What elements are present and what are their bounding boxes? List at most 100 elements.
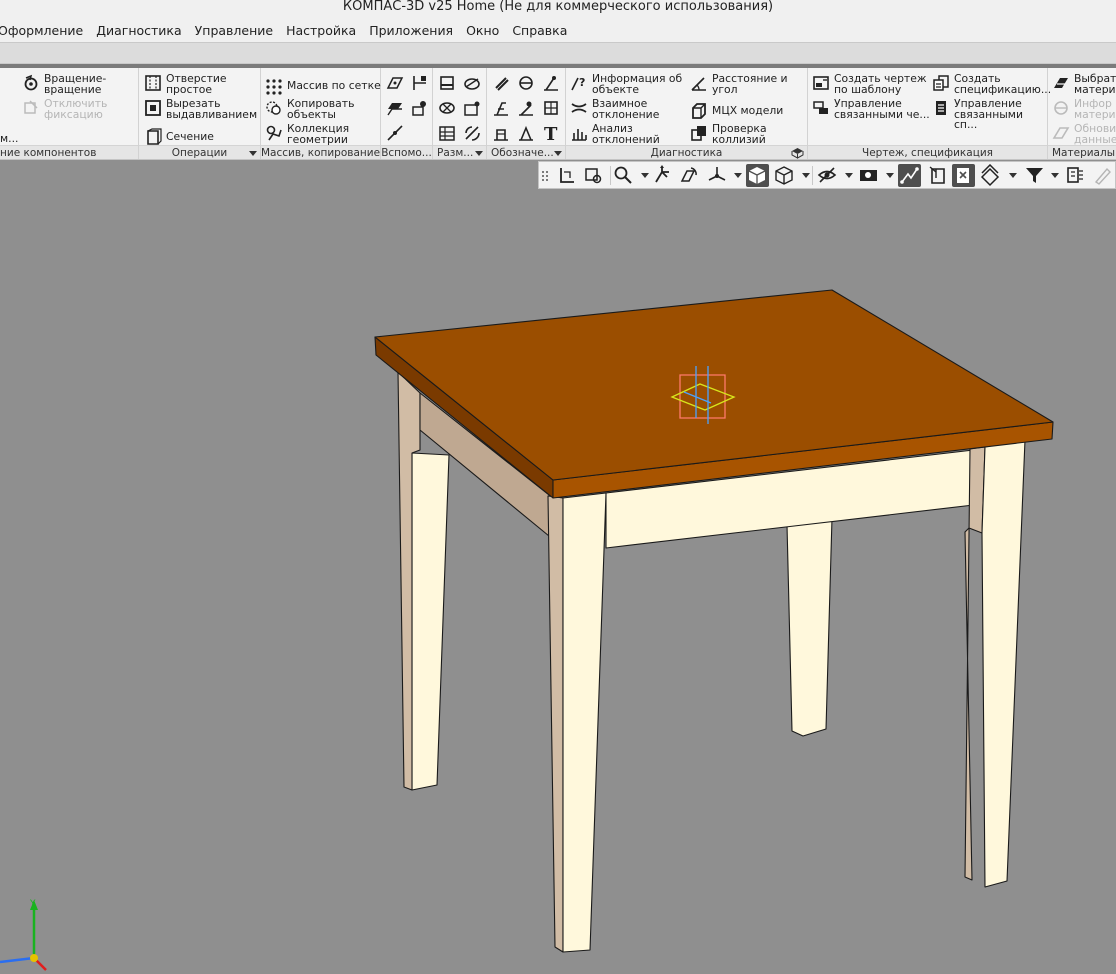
material-info-button[interactable]: Инфор материа <box>1052 98 1116 120</box>
select-material-button[interactable]: Выбрат материа <box>1052 73 1116 95</box>
object-info-button[interactable]: ? Информация об объекте <box>570 73 682 95</box>
model-viewport[interactable]: Y <box>0 160 1116 974</box>
mutual-deviation-button[interactable]: Взаимное отклонение <box>570 98 659 120</box>
menu-upravlenie[interactable]: Управление <box>188 23 279 38</box>
layers-dropdown-icon[interactable] <box>1009 173 1017 178</box>
diagnostics-options-icon[interactable] <box>791 147 804 159</box>
text-icon[interactable]: T <box>542 124 560 142</box>
point-icon[interactable] <box>410 99 428 117</box>
group-footer-notation: Обозначе... <box>487 145 565 159</box>
expand-operations-icon[interactable] <box>249 151 257 156</box>
filter-dropdown-icon[interactable] <box>1051 173 1059 178</box>
leader-icon[interactable] <box>542 74 560 92</box>
mass-properties-button[interactable]: МЦХ модели <box>690 102 783 120</box>
collision-check-button[interactable]: Проверка коллизий <box>690 123 767 145</box>
shaded-mode-icon[interactable] <box>746 164 769 187</box>
leg-front-left-side[interactable] <box>547 495 564 953</box>
group-title-diagnostics: Диагностика <box>650 147 723 159</box>
tolerance-icon[interactable] <box>517 99 535 117</box>
plane-icon[interactable] <box>386 74 404 92</box>
copy-objects-button[interactable]: Копировать объекты <box>265 98 354 120</box>
axis-icon[interactable] <box>410 74 428 92</box>
leg-back-right[interactable] <box>786 517 833 737</box>
expand-dims-icon[interactable] <box>475 151 483 156</box>
pan-icon[interactable] <box>652 164 675 187</box>
visibility-icon[interactable] <box>857 164 880 187</box>
orientation-dropdown-icon[interactable] <box>734 173 742 178</box>
geometry-collection-button[interactable]: Коллекция геометрии <box>265 122 350 146</box>
layers-icon[interactable] <box>979 164 1002 187</box>
toolbar-separator <box>812 166 813 185</box>
hide-icon[interactable] <box>816 164 839 187</box>
deviation-analysis-button[interactable]: Анализ отклонений <box>570 123 660 145</box>
leg-front-left-front[interactable] <box>562 492 607 953</box>
perspective-icon[interactable] <box>952 164 975 187</box>
toolbar-grip-icon[interactable] <box>541 164 551 187</box>
expand-notation-icon[interactable] <box>554 151 562 156</box>
leg-front-right-side[interactable] <box>964 446 986 881</box>
material-icon <box>1054 78 1068 88</box>
line-icon[interactable] <box>386 124 404 142</box>
manage-linked-specs-button[interactable]: Управление связанными сп... <box>932 98 1047 131</box>
hide-dropdown-icon[interactable] <box>845 173 853 178</box>
arc-dim-icon[interactable] <box>463 124 481 142</box>
menu-oformlenie[interactable]: Оформление <box>0 23 90 38</box>
leg-front-right-front[interactable] <box>981 439 1026 888</box>
update-data-button[interactable]: Обнови данные <box>1052 123 1116 145</box>
radius-dim-icon[interactable] <box>438 99 456 117</box>
drawing-template-icon <box>813 76 829 90</box>
rotate-rotate-button[interactable]: Вращение- вращение <box>22 73 106 95</box>
sketch-view-icon[interactable] <box>898 164 921 187</box>
material-info-icon <box>1054 101 1068 115</box>
offset-plane-icon[interactable] <box>386 99 404 117</box>
group-title-operations: Операции <box>171 147 228 159</box>
create-drawing-template-button[interactable]: Создать чертеж по шаблону <box>812 73 927 95</box>
menu-nastroyka[interactable]: Настройка <box>280 23 363 38</box>
menu-okno[interactable]: Окно <box>460 23 506 38</box>
visibility-dropdown-icon[interactable] <box>886 173 894 178</box>
update-data-icon <box>1052 127 1070 139</box>
dim-table-icon[interactable] <box>438 124 456 142</box>
linear-dim-icon[interactable] <box>438 74 456 92</box>
distance-angle-button[interactable]: Расстояние и угол <box>690 73 788 95</box>
properties-icon[interactable] <box>1064 164 1087 187</box>
menu-diagnostika[interactable]: Диагностика <box>90 23 188 38</box>
edit-pencil-icon[interactable] <box>1091 164 1114 187</box>
display-mode-dropdown-icon[interactable] <box>802 173 810 178</box>
zoom-icon[interactable] <box>612 164 635 187</box>
orientation-icon[interactable] <box>706 164 729 187</box>
components-more-button[interactable]: м... <box>0 133 18 145</box>
base-icon[interactable] <box>517 74 535 92</box>
leg-back-left-front[interactable] <box>411 452 450 791</box>
manage-linked-drawings-button[interactable]: Управление связанными че... <box>812 98 930 120</box>
window-title: КОМПАС-3D v25 Home (Не для коммерческого… <box>342 0 774 14</box>
menu-spravka[interactable]: Справка <box>506 23 574 38</box>
create-specification-button[interactable]: Создать спецификацию... <box>932 73 1051 95</box>
zoom-all-icon[interactable] <box>556 164 579 187</box>
weld-icon[interactable] <box>542 99 560 117</box>
ribbon-group-operations: Отверстие простое Вырезать выдавливанием… <box>139 68 261 159</box>
model-canvas[interactable]: Y <box>0 160 1116 974</box>
filter-icon[interactable] <box>1023 164 1046 187</box>
ribbon-group-components: Вращение- вращение Отключить фиксацию м.… <box>0 68 139 159</box>
cut-extrude-button[interactable]: Вырезать выдавливанием <box>144 98 257 120</box>
wireframe-mode-icon[interactable] <box>773 164 796 187</box>
angle-dim-icon[interactable] <box>463 99 481 117</box>
menu-prilozheniya[interactable]: Приложения <box>363 23 460 38</box>
zoom-dropdown-icon[interactable] <box>641 173 649 178</box>
section-view-icon[interactable] <box>926 164 949 187</box>
array-grid-button[interactable]: Массив по сетке <box>265 77 381 95</box>
zoom-window-icon[interactable] <box>582 164 605 187</box>
rotate-view-icon[interactable] <box>678 164 701 187</box>
unfix-button[interactable]: Отключить фиксацию <box>22 98 107 120</box>
roughness-icon[interactable] <box>492 74 510 92</box>
geometry-collection-label: Коллекция геометрии <box>287 122 350 146</box>
marking-icon[interactable] <box>517 124 535 142</box>
diameter-dim-icon[interactable] <box>463 74 481 92</box>
section-button[interactable]: Сечение <box>144 128 214 146</box>
thread-icon[interactable] <box>492 124 510 142</box>
linked-drawings-icon <box>813 101 828 114</box>
grid-array-icon <box>266 79 282 95</box>
mark-icon[interactable] <box>492 99 510 117</box>
hole-simple-button[interactable]: Отверстие простое <box>144 73 227 95</box>
